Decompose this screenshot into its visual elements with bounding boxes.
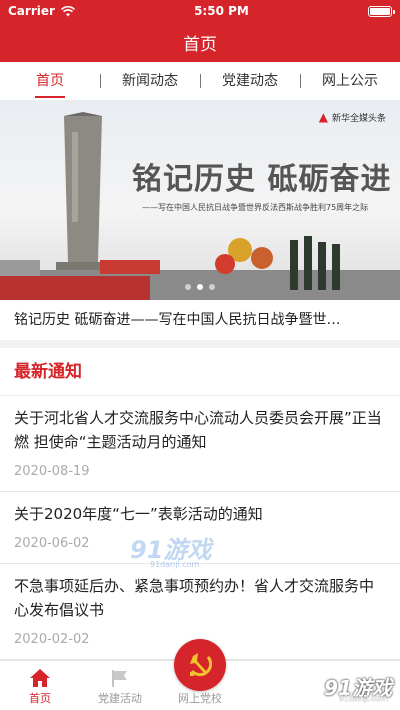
- section-heading: 最新通知: [0, 348, 400, 396]
- status-bar: Carrier 5:50 PM: [0, 0, 400, 22]
- carousel-dots: [185, 284, 215, 290]
- category-tabs: 首页 新闻动态 党建动态 网上公示: [0, 62, 400, 100]
- notice-title: 关于河北省人才交流服务中心流动人员委员会开展”正当燃 担使命“主题活动月的通知: [14, 409, 382, 451]
- carousel-dot[interactable]: [197, 284, 203, 290]
- notice-date: 2020-08-19: [14, 464, 90, 479]
- battery-icon: [368, 5, 395, 17]
- xinhua-logo-icon: ▲: [318, 110, 328, 124]
- tab-active-indicator: [35, 96, 65, 98]
- bottom-tab-label: 首页: [29, 692, 51, 705]
- bottom-tab-home[interactable]: 首页: [0, 661, 80, 710]
- status-left: Carrier: [8, 4, 75, 18]
- banner-caption[interactable]: 铭记历史 砥砺奋进——写在中国人民抗日战争暨世…: [0, 300, 400, 340]
- home-icon: [30, 669, 50, 687]
- tab-public-notice[interactable]: 网上公示: [300, 62, 400, 100]
- bottom-tab-party-activities[interactable]: 党建活动: [80, 661, 160, 710]
- tab-label: 首页: [36, 73, 64, 89]
- bottom-tab-label: 党建活动: [98, 692, 142, 705]
- tab-home[interactable]: 首页: [0, 62, 100, 100]
- latest-notices: 最新通知 关于河北省人才交流服务中心流动人员委员会开展”正当燃 担使命“主题活动…: [0, 348, 400, 660]
- banner-logo-text: 新华全媒头条: [331, 113, 386, 124]
- party-emblem-button[interactable]: [174, 639, 226, 691]
- banner-headline: 铭记历史 砥砺奋进: [132, 162, 392, 197]
- banner-carousel[interactable]: ▲ 新华全媒头条 铭记历史 砥砺奋进 ——写在中国人民抗日战争暨世界反法西斯战争…: [0, 100, 400, 300]
- tab-label: 新闻动态: [122, 73, 178, 89]
- banner-subtitle: ——写在中国人民抗日战争暨世界反法西斯战争胜利75周年之际: [142, 203, 369, 212]
- tab-label: 党建动态: [222, 73, 278, 89]
- watermark-url: 91danji.com: [150, 560, 200, 569]
- party-emblem-icon: [190, 653, 213, 677]
- nav-bar: 首页: [0, 22, 400, 62]
- notice-title: 关于2020年度“七一”表彰活动的通知: [14, 505, 263, 523]
- banner-logo: ▲ 新华全媒头条: [319, 110, 386, 124]
- bottom-tab-label: 网上党校: [178, 692, 222, 705]
- carousel-dot[interactable]: [209, 284, 215, 290]
- watermark-url: 91danji.com: [338, 694, 388, 703]
- tab-party-building[interactable]: 党建动态: [200, 62, 300, 100]
- carousel-dot[interactable]: [185, 284, 191, 290]
- status-time: 5:50 PM: [194, 4, 249, 18]
- flag-icon: [112, 670, 127, 687]
- tab-label: 网上公示: [322, 73, 378, 89]
- notice-title: 不急事项延后办、紧急事项预约办！省人才交流服务中心发布倡议书: [14, 577, 375, 619]
- page-title: 首页: [183, 34, 217, 55]
- tab-news[interactable]: 新闻动态: [100, 62, 200, 100]
- carrier-label: Carrier: [8, 4, 55, 18]
- wifi-icon: [60, 5, 75, 16]
- notice-item[interactable]: 关于河北省人才交流服务中心流动人员委员会开展”正当燃 担使命“主题活动月的通知 …: [0, 396, 400, 492]
